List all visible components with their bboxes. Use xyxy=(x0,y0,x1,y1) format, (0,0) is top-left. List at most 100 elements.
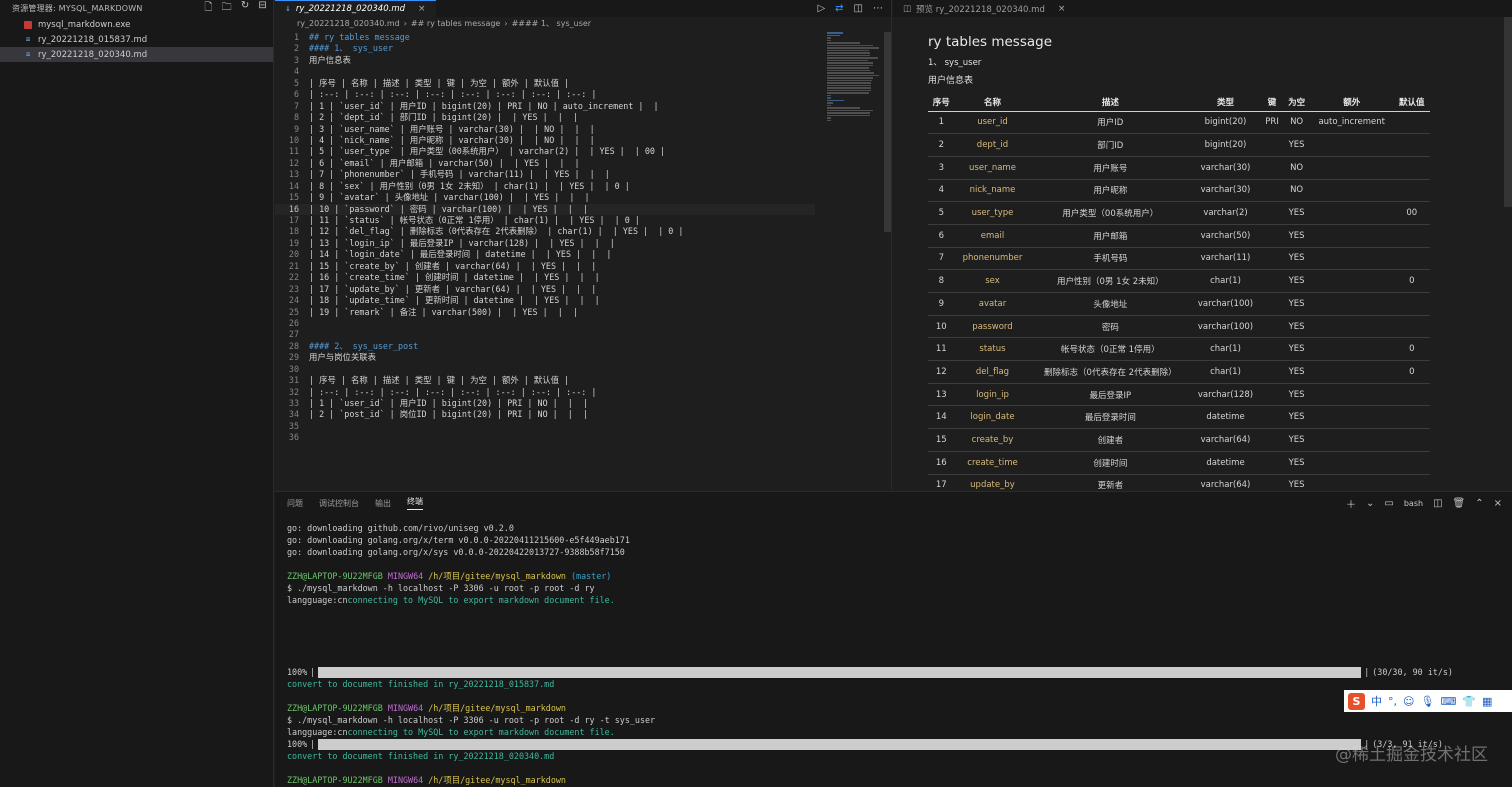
file-item[interactable]: ≡ ry_20221218_020340.md xyxy=(0,47,273,62)
code-line[interactable]: 25 | 19 | `remark` | 备注 | varchar(500) | … xyxy=(275,307,815,318)
line-number: 11 xyxy=(288,146,299,157)
file-item[interactable]: ≡ ry_20221218_015837.md xyxy=(0,32,273,47)
code-line[interactable]: 32 | :--: | :--: | :--: | :--: | :--: | :… xyxy=(275,387,815,398)
trash-icon[interactable]: 🗑 xyxy=(1453,498,1466,509)
table-cell xyxy=(1260,360,1284,384)
code-line[interactable]: 31 | 序号 | 名称 | 描述 | 类型 | 键 | 为空 | 额外 | 默认… xyxy=(275,375,815,386)
editor-scrollbar[interactable] xyxy=(884,32,891,232)
code-line[interactable]: 5 | 序号 | 名称 | 描述 | 类型 | 键 | 为空 | 额外 | 默认值… xyxy=(275,78,815,89)
editor-tab[interactable]: ↓ ry_20221218_020340.md × xyxy=(275,0,436,17)
chevron-up-icon[interactable]: ⌃ xyxy=(1475,498,1483,509)
code-line[interactable]: 6 | :--: | :--: | :--: | :--: | :--: | :-… xyxy=(275,89,815,100)
code-line[interactable]: 26 xyxy=(275,318,815,329)
close-icon[interactable]: × xyxy=(1058,4,1066,14)
line-number: 4 xyxy=(293,66,299,77)
panel-tab[interactable]: 输出 xyxy=(375,498,391,509)
code-line[interactable]: 14 | 8 | `sex` | 用户性别（0男 1女 2未知） | char(1… xyxy=(275,181,815,192)
minimap-line xyxy=(827,114,871,116)
code-line[interactable]: 1 ## ry tables message xyxy=(275,32,815,43)
more-actions-icon[interactable]: ⋯ xyxy=(873,3,883,14)
code-line[interactable]: 29 用户与岗位关联表 xyxy=(275,352,815,363)
code-line[interactable]: 19 | 13 | `login_ip` | 最后登录IP | varchar(1… xyxy=(275,238,815,249)
minimap-line xyxy=(827,44,873,46)
code-line[interactable]: 23 | 17 | `update_by` | 更新者 | varchar(64)… xyxy=(275,284,815,295)
skin-icon[interactable]: 👕 xyxy=(1462,695,1476,708)
new-terminal-icon[interactable]: ＋ xyxy=(1346,496,1356,511)
code-line[interactable]: 3 用户信息表 xyxy=(275,55,815,66)
code-line[interactable]: 7 | 1 | `user_id` | 用户ID | bigint(20) | P… xyxy=(275,101,815,112)
code-line[interactable]: 10 | 4 | `nick_name` | 用户昵称 | varchar(30)… xyxy=(275,135,815,146)
minimap-line xyxy=(827,72,875,74)
code-line[interactable]: 4 xyxy=(275,66,815,77)
ime-mode[interactable]: 中 xyxy=(1371,693,1382,709)
code-line[interactable]: 17 | 11 | `status` | 帐号状态（0正常 1停用） | char… xyxy=(275,215,815,226)
code-line[interactable]: 22 | 16 | `create_time` | 创建时间 | datetime… xyxy=(275,272,815,283)
code-line[interactable]: 27 xyxy=(275,329,815,340)
code-text: | 2 | `post_id` | 岗位ID | bigint(20) | PR… xyxy=(309,409,588,420)
table-cell xyxy=(1309,247,1394,271)
breadcrumb-file[interactable]: ry_20221218_020340.md xyxy=(297,19,400,28)
new-file-icon[interactable]: 🗋 xyxy=(204,0,212,17)
punctuation-icon[interactable]: °, xyxy=(1388,695,1397,708)
code-line[interactable]: 30 xyxy=(275,364,815,375)
code-line[interactable]: 36 xyxy=(275,432,815,443)
minimap[interactable] xyxy=(827,32,879,121)
keyboard-icon[interactable]: ⌨ xyxy=(1440,695,1456,708)
code-area[interactable]: 1 ## ry tables message 2 #### 1、 sys_user 3 用… xyxy=(275,32,815,490)
terminal-icon: ▭ xyxy=(1384,498,1394,509)
table-cell xyxy=(1393,111,1430,135)
code-line[interactable]: 24 | 18 | `update_time` | 更新时间 | datetime… xyxy=(275,295,815,306)
preview-scrollbar[interactable] xyxy=(1504,17,1512,207)
chevron-down-icon[interactable]: ⌄ xyxy=(1366,498,1374,509)
breadcrumb-h2[interactable]: ## ry tables message xyxy=(411,19,500,28)
table-row: 17 update_by 更新者 varchar(64) YES xyxy=(928,474,1430,490)
ime-toolbar[interactable]: S 中 °, ☺ 🎙 ⌨ 👕 ▦ xyxy=(1344,690,1512,712)
open-preview-icon[interactable]: ⇄ xyxy=(835,3,843,14)
table-cell: nick_name xyxy=(954,179,1031,203)
code-line[interactable]: 21 | 15 | `create_by` | 创建者 | varchar(64)… xyxy=(275,261,815,272)
code-line[interactable]: 12 | 6 | `email` | 用户邮箱 | varchar(50) | |… xyxy=(275,158,815,169)
close-icon[interactable]: × xyxy=(1494,498,1502,509)
panel-tab[interactable]: 终端 xyxy=(407,496,423,510)
collapse-all-icon[interactable]: ⊟ xyxy=(258,0,267,17)
table-cell: 8 xyxy=(928,269,955,293)
table-cell xyxy=(1393,383,1430,407)
table-cell xyxy=(1393,133,1430,157)
code-line[interactable]: 20 | 14 | `login_date` | 最后登录时间 | datetim… xyxy=(275,249,815,260)
close-icon[interactable]: × xyxy=(418,4,426,14)
code-line[interactable]: 18 | 12 | `del_flag` | 删除标志（0代表存在 2代表删除） … xyxy=(275,226,815,237)
table-row: 14 login_date 最后登录时间 datetime YES xyxy=(928,405,1430,430)
code-line[interactable]: 11 | 5 | `user_type` | 用户类型（00系统用户） | var… xyxy=(275,146,815,157)
code-line[interactable]: 2 #### 1、 sys_user xyxy=(275,43,815,54)
split-editor-icon[interactable]: ◫ xyxy=(854,3,863,14)
panel-tab[interactable]: 调试控制台 xyxy=(319,498,359,509)
split-terminal-icon[interactable]: ◫ xyxy=(1433,498,1442,509)
microphone-icon[interactable]: 🎙 xyxy=(1420,695,1434,708)
panel-tab[interactable]: 问题 xyxy=(287,498,303,509)
code-line[interactable]: 28 #### 2、 sys_user_post xyxy=(275,341,815,352)
toolbox-icon[interactable]: ▦ xyxy=(1482,695,1492,708)
code-line[interactable]: 33 | 1 | `user_id` | 用户ID | bigint(20) | … xyxy=(275,398,815,409)
code-line[interactable]: 34 | 2 | `post_id` | 岗位ID | bigint(20) | … xyxy=(275,409,815,420)
code-line[interactable]: 15 | 9 | `avatar` | 头像地址 | varchar(100) |… xyxy=(275,192,815,203)
code-line[interactable]: 8 | 2 | `dept_id` | 部门ID | bigint(20) | |… xyxy=(275,112,815,123)
code-text: | 1 | `user_id` | 用户ID | bigint(20) | PR… xyxy=(309,100,659,111)
preview-tab[interactable]: ◫ 预览 ry_20221218_020340.md × xyxy=(893,0,1076,17)
breadcrumb-h4[interactable]: #### 1、 sys_user xyxy=(512,18,592,29)
minimap-line xyxy=(827,82,871,84)
run-icon[interactable]: ▷ xyxy=(817,3,825,14)
table-cell xyxy=(1260,133,1284,157)
emoji-icon[interactable]: ☺ xyxy=(1403,695,1414,708)
code-line[interactable]: 9 | 3 | `user_name` | 用户账号 | varchar(30) … xyxy=(275,124,815,135)
shell-label[interactable]: bash xyxy=(1404,499,1423,508)
code-line[interactable]: 35 xyxy=(275,421,815,432)
new-folder-icon[interactable]: 🗀 xyxy=(222,0,232,17)
terminal-output[interactable]: go: downloading github.com/rivo/uniseg v… xyxy=(287,522,1502,787)
code-line[interactable]: 13 | 7 | `phonenumber` | 手机号码 | varchar(1… xyxy=(275,169,815,180)
table-row: 1 user_id 用户ID bigint(20) PRI NO auto_incremen… xyxy=(928,111,1430,135)
code-line[interactable]: 16 | 10 | `password` | 密码 | varchar(100) … xyxy=(275,204,815,215)
table-cell xyxy=(1309,315,1394,339)
code-text: 用户信息表 xyxy=(309,54,351,65)
file-item[interactable]: mysql_markdown.exe xyxy=(0,17,273,32)
refresh-icon[interactable]: ↻ xyxy=(241,0,250,17)
